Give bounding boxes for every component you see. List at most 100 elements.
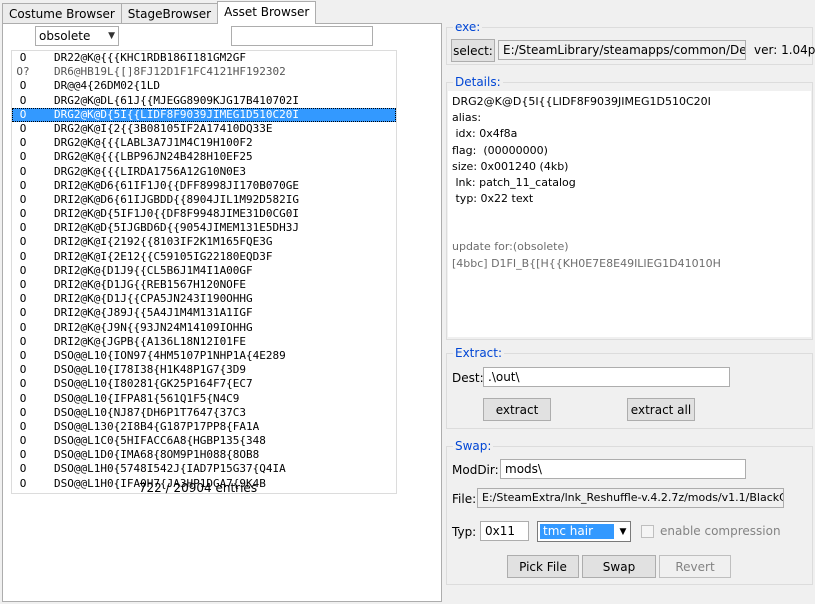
compression-checkbox[interactable] <box>641 525 654 538</box>
search-input[interactable] <box>231 26 373 46</box>
list-item-name: DSO@@L10{I78I38{H1K48P1G7{3D9 <box>54 363 247 377</box>
tab-stage-browser[interactable]: StageBrowser <box>120 3 219 24</box>
list-item[interactable]: O DRI2@K@{D1J{{CPA5JN243I190OHHG <box>12 292 396 306</box>
list-item-flag: O <box>19 249 27 263</box>
list-item-flag: O <box>19 79 27 93</box>
list-item-flag: O <box>19 405 27 419</box>
filter-dropdown[interactable]: obsolete ▼ <box>35 26 119 46</box>
details-line: typ: 0x22 text <box>452 192 534 206</box>
list-item-name: DSO@@L10{IFPA81{561Q1F5{N4C9 <box>54 391 240 405</box>
entries-count: 722 / 20904 entries <box>138 481 258 495</box>
details-line: size: 0x001240 (4kb) <box>452 159 569 173</box>
list-item[interactable]: O DRI2@K@{J89J{{5A4J1M4M131A1IGF <box>12 306 396 320</box>
revert-button[interactable]: Revert <box>659 555 731 578</box>
list-item-flag: O <box>19 51 27 64</box>
list-item[interactable]: O DR@@4{26DM02{1LD <box>12 79 396 93</box>
list-item-name: DSO@@L10{I80281{GK25P164F7{EC7 <box>54 377 253 391</box>
list-item-flag: O <box>19 178 27 192</box>
list-item-name: DR6@HB19L{[]8FJ12D1F1FC4121HF192302 <box>54 65 286 79</box>
exe-path-field[interactable]: E:/SteamLibrary/steamapps/common/Dead o <box>498 40 746 60</box>
list-item-name: DSO@@L1D0{IMA68{8OM9P1H088{8OB8 <box>54 448 260 462</box>
list-item-name: DR@@4{26DM02{1LD <box>54 79 160 93</box>
list-item-name: DSO@@L130{2I8B4{G187P17PP8{FA1A <box>54 419 260 433</box>
list-item[interactable]: O DSO@@L10{IFPA81{561Q1F5{N4C9 <box>12 392 396 406</box>
asset-list[interactable]: O DR22@K@{{{KHC1RDB186I181GM2GF O? DR6@HB19… <box>11 50 397 494</box>
list-item[interactable]: O DRI2@K@D6{61IJGBDD{{8904JIL1M92D582IG <box>12 193 396 207</box>
list-item[interactable]: O DSO@@L1H0{5748I542J{IAD7P15G37{Q4IA <box>12 462 396 476</box>
details-line: flag: (00000000) <box>452 143 548 157</box>
list-item[interactable]: O DSO@@L10{NJ87{DH6P1T7647{37C3 <box>12 406 396 420</box>
list-item-name: DRI2@K@D{5IF1J0{{DF8F9948JIME31D0CG0I <box>54 207 300 221</box>
tab-costume-browser[interactable]: Costume Browser <box>2 3 122 24</box>
pick-file-button[interactable]: Pick File <box>507 555 579 578</box>
list-item[interactable]: O DRG2@K@I{2{{3B08105IF2A17410DQ33E <box>12 122 396 136</box>
list-item-flag: O <box>19 348 27 362</box>
list-item-flag: O <box>19 207 27 221</box>
update-for-label: update for:(obsolete) <box>452 240 569 254</box>
list-item-flag: O <box>19 448 27 462</box>
filter-dropdown-value: obsolete <box>39 29 91 43</box>
list-item-name: DRI2@K@{JGPB{{A136L18N12I01FE <box>54 334 247 348</box>
list-item[interactable]: O DRG2@K@{{{LIRDA1756A12G10N0E3 <box>12 165 396 179</box>
list-item-flag: O <box>19 164 27 178</box>
list-item[interactable]: O DRI2@K@I{2192{{8103IF2K1M165FQE3G <box>12 235 396 249</box>
select-exe-button[interactable]: select: <box>451 39 495 62</box>
list-item-name: DR22@K@{{{KHC1RDB186I181GM2GF <box>54 51 247 64</box>
list-item[interactable]: O? DR6@HB19L{[]8FJ12D1F1FC4121HF192302 <box>12 65 396 79</box>
extract-button[interactable]: extract <box>483 398 551 421</box>
list-item[interactable]: O DRG2@K@{{{LABL3A7J1M4C19H100F2 <box>12 136 396 150</box>
typ-dropdown[interactable]: tmc hair ▼ <box>537 521 631 542</box>
typ-dropdown-value: tmc hair <box>540 524 614 539</box>
moddir-field[interactable]: mods\ <box>500 459 746 479</box>
list-item[interactable]: O DSO@@L130{2I8B4{G187P17PP8{FA1A <box>12 420 396 434</box>
list-item-flag: O <box>19 192 27 206</box>
swap-button[interactable]: Swap <box>582 555 656 578</box>
list-item[interactable]: O DRG2@K@D{5I{{LIDF8F9039JIMEG1D510C20I <box>12 107 396 122</box>
update-entry: [4bbc] D1FI_B{[H{{KH0E7E8E49ILIEG1D41010… <box>452 256 721 270</box>
list-item-flag: O <box>19 391 27 405</box>
list-item-flag: O <box>19 419 27 433</box>
tab-asset-browser[interactable]: Asset Browser <box>217 1 317 24</box>
list-item[interactable]: O DRI2@K@I{2E12{{C59105IG22180EQD3F <box>12 250 396 264</box>
list-item-name: DSO@@L1C0{5HIFACC6A8{HGBP135{348 <box>54 434 266 448</box>
list-item-name: DRG2@K@{{{LBP96JN24B428H10EF25 <box>54 150 253 164</box>
list-item-flag: O <box>19 121 27 135</box>
list-item[interactable]: O DRI2@K@{J9N{{93JN24M14109IOHHG <box>12 321 396 335</box>
list-item-flag: O <box>19 278 27 291</box>
list-item[interactable]: O DSO@@L1C0{5HIFACC6A8{HGBP135{348 <box>12 434 396 448</box>
details-group-title: Details: <box>453 75 503 89</box>
chevron-down-icon: ▼ <box>108 31 115 41</box>
extract-all-button[interactable]: extract all <box>627 398 695 421</box>
tab-strip: Costume Browser StageBrowser Asset Brows… <box>2 1 317 24</box>
list-item[interactable]: O DRG2@K@DL{61J{{MJEGG8909KJG17B410702I <box>12 94 396 108</box>
details-line: idx: 0x4f8a <box>452 127 518 141</box>
list-item[interactable]: O DSO@@L10{I78I38{H1K48P1G7{3D9 <box>12 363 396 377</box>
list-item[interactable]: O DRI2@K@D{5IF1J0{{DF8F9948JIME31D0CG0I <box>12 207 396 221</box>
list-item-flag: O <box>19 462 27 476</box>
list-item[interactable]: O DRI2@K@{D1J9{{CL5B6J1M4I1A00GF <box>12 264 396 278</box>
list-item-name: DRI2@K@I{2E12{{C59105IG22180EQD3F <box>54 249 273 263</box>
list-item-name: DRI2@K@I{2192{{8103IF2K1M165FQE3G <box>54 235 273 249</box>
list-item[interactable]: O DSO@@L10{I80281{GK25P164F7{EC7 <box>12 377 396 391</box>
file-path-field[interactable]: E:/SteamExtra/lnk_Reshuffle-v.4.2.7z/mod… <box>477 488 784 508</box>
list-item[interactable]: O DSO@@L10{ION97{4HM5107P1NHP1A{4E289 <box>12 349 396 363</box>
dest-field[interactable]: .\out\ <box>483 367 730 387</box>
list-item[interactable]: O DRI2@K@D{5IJGBD6D{{9054JIMEM131E5DH3J <box>12 221 396 235</box>
list-item-name: DRG2@K@I{2{{3B08105IF2A17410DQ33E <box>54 121 273 135</box>
list-item[interactable]: O DRI2@K@D6{61IF1J0{{DFF8998JI170B070GE <box>12 179 396 193</box>
list-item-name: DSO@@L10{ION97{4HM5107P1NHP1A{4E289 <box>54 348 286 362</box>
list-item-name: DSO@@L10{NJ87{DH6P1T7647{37C3 <box>54 405 247 419</box>
list-item-name: DRI2@K@{D1JG{{REB1567H120NOFE <box>54 278 247 291</box>
list-item[interactable]: O DRI2@K@{JGPB{{A136L18N12I01FE <box>12 335 396 349</box>
typ-field[interactable]: 0x11 <box>480 521 529 541</box>
list-item[interactable]: O DRG2@K@{{{LBP96JN24B428H10EF25 <box>12 150 396 164</box>
version-label: ver: 1.04p2 <box>754 43 815 57</box>
list-item[interactable]: O DRI2@K@{D1JG{{REB1567H120NOFE <box>12 278 396 292</box>
list-item-flag: O <box>19 235 27 249</box>
list-item[interactable]: O DR22@K@{{{KHC1RDB186I181GM2GF <box>12 51 396 65</box>
list-item-flag: O <box>19 93 27 107</box>
list-item[interactable]: O DSO@@L1D0{IMA68{8OM9P1H088{8OB8 <box>12 448 396 462</box>
list-item-flag: O <box>19 292 27 306</box>
list-item-flag: O <box>19 263 27 277</box>
chevron-down-icon: ▼ <box>619 526 627 537</box>
